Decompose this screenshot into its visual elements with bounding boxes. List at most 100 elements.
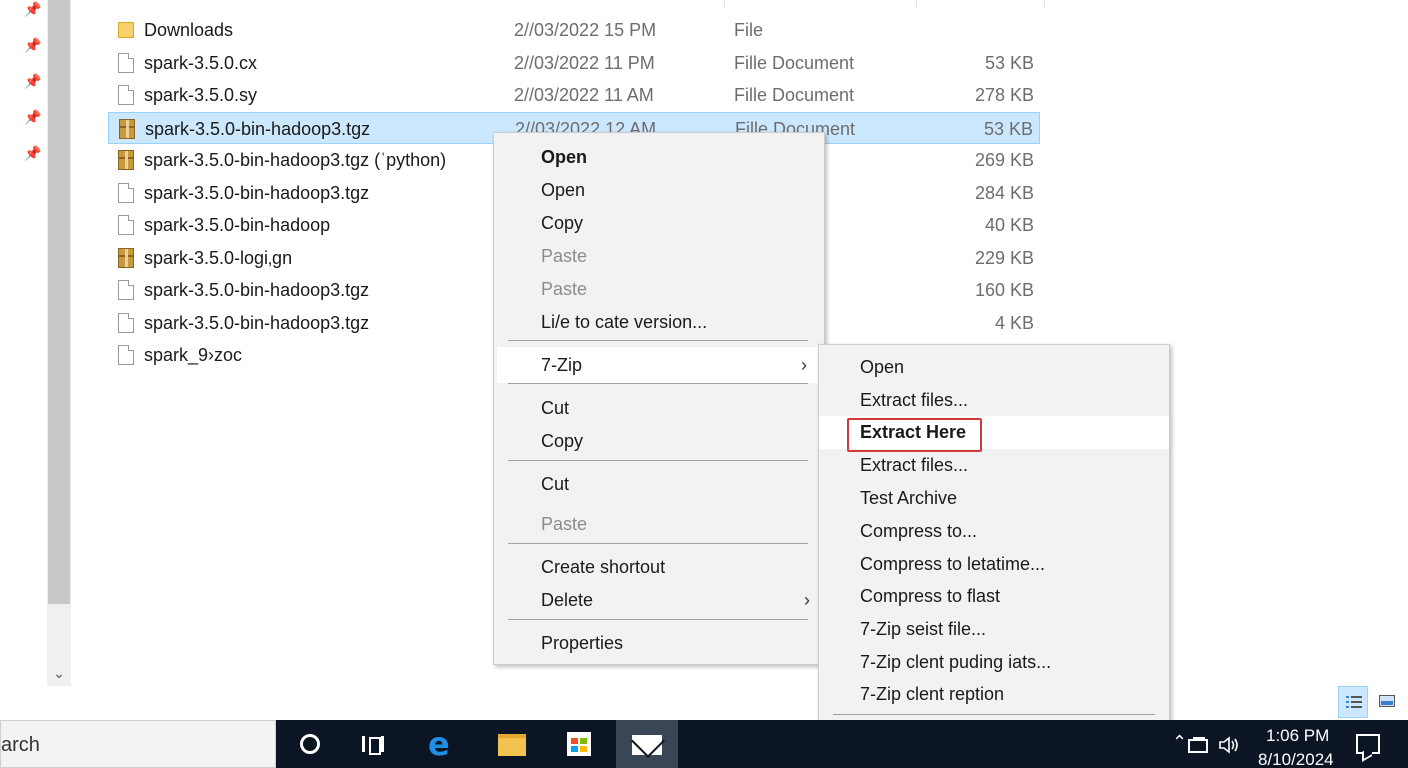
tray-overflow-icon[interactable]: ⌃: [1172, 732, 1187, 753]
cortana-icon: [300, 734, 320, 754]
submenu-item[interactable]: 7-Zip seist file...: [819, 613, 1169, 646]
file-date: 2//03/2022 11 PM: [514, 52, 655, 73]
pin-icon[interactable]: 📌: [24, 72, 42, 90]
clock-time[interactable]: 1:06 PM: [1266, 726, 1329, 746]
large-icons-view-button[interactable]: [1372, 686, 1402, 718]
file-name: Downloads: [144, 20, 234, 40]
context-menu-item[interactable]: Properties: [494, 627, 824, 659]
context-menu-item-label: Paste: [541, 279, 588, 299]
file-size: 40 KB: [984, 215, 1034, 235]
context-menu-item[interactable]: Li/e to cate version...: [494, 306, 824, 338]
context-menu-item[interactable]: Create shortout: [494, 551, 824, 583]
submenu-item[interactable]: Open: [819, 351, 1169, 384]
scroll-down-icon[interactable]: ⌄: [48, 662, 70, 684]
submenu-item[interactable]: Extract files...: [819, 384, 1169, 417]
context-menu-item-label: 7-Zip: [541, 355, 583, 375]
file-size: 278 KB: [974, 85, 1034, 105]
context-menu-item[interactable]: Cut: [494, 468, 824, 500]
context-menu-item-label: Copy: [541, 213, 584, 233]
file-type: Fille Document: [734, 85, 855, 105]
pin-icon[interactable]: 📌: [24, 144, 42, 162]
menu-separator: [833, 714, 1155, 715]
taskbar-search-box[interactable]: arch: [0, 720, 276, 768]
context-menu-item[interactable]: Copy: [494, 207, 824, 239]
clock-date[interactable]: 8/10/2024: [1258, 750, 1334, 768]
search-text: arch: [1, 734, 40, 756]
context-menu-item: Paste: [494, 273, 824, 305]
menu-separator: [508, 383, 808, 384]
task-view-button[interactable]: [350, 720, 396, 768]
context-menu-item-label: Paste: [541, 514, 588, 534]
document-icon: [118, 215, 134, 235]
submenu-item-label: Compress to flast: [860, 586, 1001, 606]
file-row[interactable]: spark-3.5.0.sy 2//03/2022 11 AM Fille Docu…: [108, 79, 1040, 111]
submenu-item-label: Extract files...: [860, 390, 969, 410]
mail-icon: [632, 735, 662, 755]
column-divider[interactable]: [724, 0, 725, 8]
chevron-right-icon: ›: [804, 590, 810, 610]
volume-icon[interactable]: [1218, 736, 1242, 754]
submenu-item[interactable]: Extract files...: [819, 449, 1169, 482]
file-name: spark-3.5.0-bin-hadoop3.tgz: [144, 182, 370, 203]
context-menu-item[interactable]: Open: [494, 174, 824, 206]
file-name: spark-3.5.0-bin-hadoop3.tgz (ˈpython): [144, 150, 447, 170]
cortana-button[interactable]: [286, 720, 332, 768]
pin-icon[interactable]: 📌: [24, 108, 42, 126]
context-menu: Open Open Copy Paste Paste Li/e to cate versi…: [493, 132, 825, 665]
document-icon: [118, 312, 134, 333]
file-size: 53 KB: [983, 118, 1033, 139]
file-row[interactable]: spark-3.5.0.cx 2//03/2022 11 PM Fille Docu…: [108, 47, 1040, 79]
context-menu-item-label: Delete: [541, 590, 594, 610]
file-name: spark-3.5.0-bin-hadoop3.tgz: [144, 280, 370, 300]
context-menu-item-label: Cut: [541, 474, 570, 494]
submenu-item[interactable]: Compress to flast: [819, 580, 1169, 613]
context-menu-item[interactable]: Open: [494, 141, 824, 173]
context-menu-item[interactable]: Delete ›: [494, 584, 824, 616]
context-menu-item[interactable]: Copy: [494, 425, 824, 457]
extract-here-menu-item[interactable]: Extract Here: [819, 416, 1169, 452]
context-menu-item[interactable]: Cut: [494, 392, 824, 424]
submenu-item[interactable]: Compress to...: [819, 515, 1169, 548]
context-menu-item-label: Properties: [541, 633, 624, 653]
menu-separator: [508, 619, 808, 620]
submenu-item-label: Compress to letatime...: [860, 554, 1046, 574]
7zip-submenu: Open Extract files... Extract Here Extract …: [818, 344, 1170, 759]
edge-icon: e: [428, 725, 450, 763]
context-menu-item-label: Open: [541, 180, 586, 200]
context-menu-item-label: Create shortout: [541, 557, 666, 577]
submenu-item-label: 7-Zip clent puding iats...: [860, 652, 1052, 672]
submenu-item[interactable]: Compress to letatime...: [819, 548, 1169, 581]
file-size: 229 KB: [974, 247, 1034, 268]
document-icon: [118, 52, 134, 73]
submenu-item[interactable]: 7-Zip clent reption: [819, 678, 1169, 711]
file-name: spark-3.5.0-bin-hadoop: [144, 215, 331, 235]
context-menu-item: Paste: [494, 508, 824, 540]
submenu-item[interactable]: 7-Zip clent puding iats...: [819, 646, 1169, 679]
column-divider[interactable]: [1044, 0, 1045, 8]
submenu-item-label: Test Archive: [860, 488, 958, 508]
store-icon: [567, 732, 591, 756]
context-menu-item-label: Paste: [541, 246, 588, 266]
pin-icon[interactable]: 📌: [24, 36, 42, 54]
context-menu-item[interactable]: 7-Zip ›: [497, 347, 821, 383]
submenu-item[interactable]: Test Archive: [819, 482, 1169, 515]
file-name: spark-3.5.0.cx: [144, 52, 258, 73]
details-view-button[interactable]: [1338, 686, 1368, 718]
store-button[interactable]: [554, 720, 600, 768]
file-explorer-button[interactable]: [488, 720, 534, 768]
nav-scrollbar-thumb[interactable]: [48, 0, 70, 604]
edge-button[interactable]: e: [420, 720, 466, 768]
document-icon: [118, 182, 134, 203]
archive-icon: [119, 118, 135, 139]
mail-button[interactable]: [616, 720, 678, 768]
file-name: spark-3.5.0.sy: [144, 85, 258, 105]
file-row[interactable]: Downloads 2//03/2022 15 PM File: [108, 14, 1040, 46]
details-view-icon: [1346, 696, 1362, 708]
archive-icon: [118, 247, 134, 268]
notifications-icon[interactable]: [1356, 734, 1380, 754]
task-view-icon: [362, 736, 384, 755]
pin-icon[interactable]: 📌: [24, 0, 42, 18]
column-divider[interactable]: [916, 0, 917, 8]
archive-icon: [118, 150, 134, 170]
network-icon[interactable]: [1188, 736, 1210, 754]
